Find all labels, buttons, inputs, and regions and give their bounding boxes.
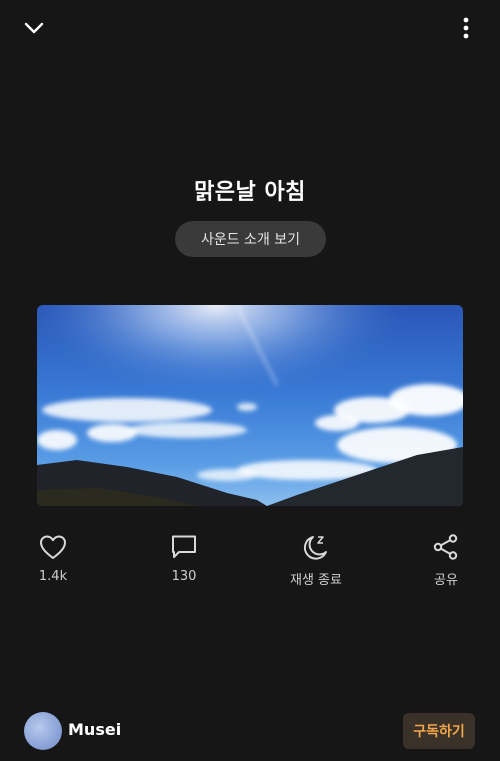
- comment-count: 130: [171, 569, 197, 584]
- creator-name[interactable]: Musei: [68, 720, 121, 739]
- sound-cover-image: [37, 305, 463, 506]
- comment-button[interactable]: 130: [144, 533, 224, 584]
- comment-icon: [172, 535, 196, 558]
- sleep-timer-button[interactable]: 재생 종료: [276, 533, 356, 588]
- heart-icon: [40, 535, 66, 559]
- like-count: 1.4k: [38, 569, 68, 584]
- action-bar: 1.4k 130 재생 종료 공유: [0, 533, 500, 593]
- more-options-button[interactable]: [452, 10, 480, 46]
- like-button[interactable]: 1.4k: [13, 533, 93, 584]
- sky-landscape-illustration: [37, 305, 463, 506]
- moon-zz-icon: [303, 536, 327, 560]
- sleep-timer-label: 재생 종료: [290, 573, 342, 588]
- sound-title: 맑은날 아침: [194, 180, 306, 205]
- share-label: 공유: [434, 573, 458, 588]
- share-icon: [433, 534, 458, 560]
- subscribe-button[interactable]: 구독하기: [403, 713, 475, 749]
- sound-intro-button[interactable]: 사운드 소개 보기: [175, 221, 326, 257]
- chevron-down-icon: [24, 22, 44, 34]
- creator-avatar[interactable]: [24, 712, 62, 750]
- collapse-button[interactable]: [16, 12, 52, 44]
- more-vertical-icon: [463, 17, 469, 39]
- share-button[interactable]: 공유: [406, 533, 486, 588]
